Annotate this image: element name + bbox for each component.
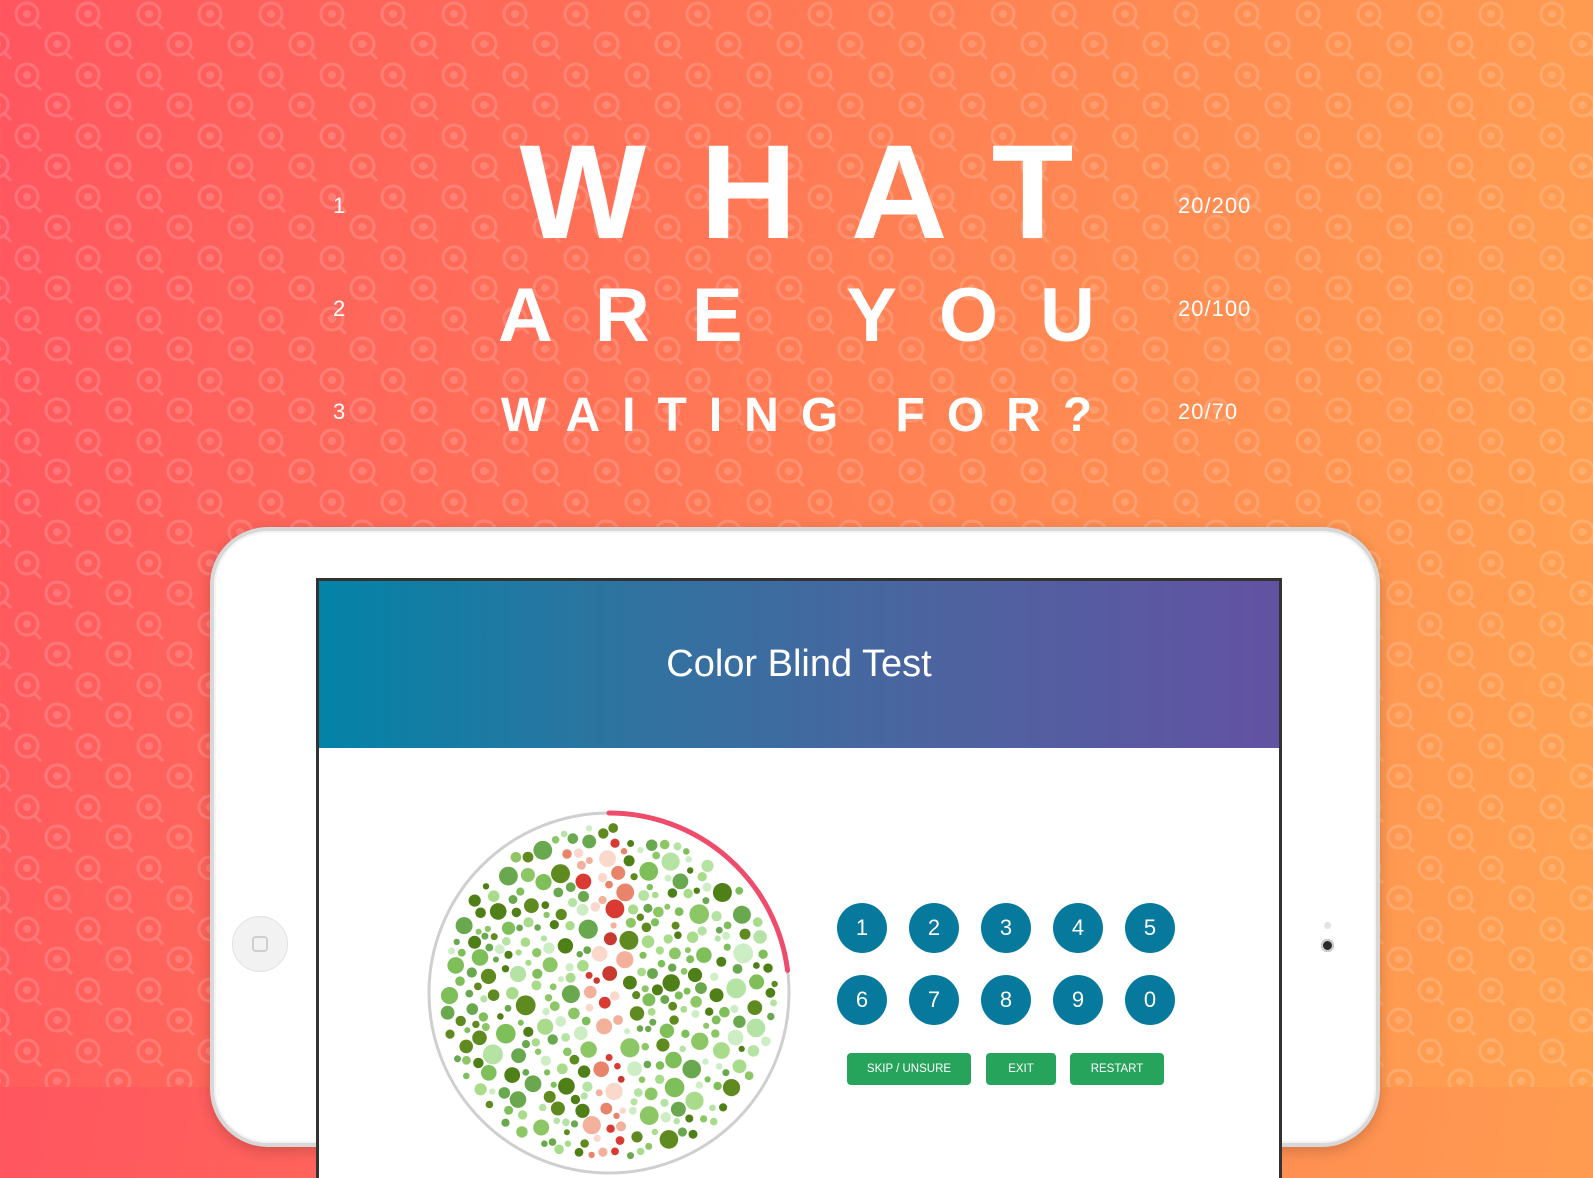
row-acuity-1: 20/200 [1178, 193, 1252, 218]
ishihara-plate-icon [427, 810, 791, 1175]
key-2[interactable]: 2 [909, 903, 959, 953]
test-plate [419, 803, 799, 1178]
headline-row-1: WHAT [519, 118, 1128, 267]
exit-button[interactable]: EXIT [986, 1053, 1056, 1085]
row-acuity-2: 20/100 [1178, 296, 1252, 321]
key-5[interactable]: 5 [1125, 903, 1175, 953]
key-8[interactable]: 8 [981, 975, 1031, 1025]
row-acuity-3: 20/70 [1178, 399, 1239, 424]
app-screen: Color Blind Test 1 2 3 4 5 6 7 8 9 0 SKI… [316, 578, 1282, 1178]
headline-row-2: ARE YOU [498, 273, 1137, 358]
key-0[interactable]: 0 [1125, 975, 1175, 1025]
key-9[interactable]: 9 [1053, 975, 1103, 1025]
key-4[interactable]: 4 [1053, 903, 1103, 953]
camera-icon [1321, 939, 1334, 952]
sensor-icon [1324, 922, 1331, 929]
restart-button[interactable]: RESTART [1070, 1053, 1164, 1085]
key-3[interactable]: 3 [981, 903, 1031, 953]
home-square-icon [252, 936, 268, 952]
tablet-device: Color Blind Test 1 2 3 4 5 6 7 8 9 0 SKI… [210, 527, 1380, 1178]
key-6[interactable]: 6 [837, 975, 887, 1025]
app-title: Color Blind Test [666, 643, 932, 685]
app-header: Color Blind Test [319, 581, 1279, 748]
key-7[interactable]: 7 [909, 975, 959, 1025]
headline-row-3: WAITING FOR? [500, 389, 1115, 442]
home-button[interactable] [232, 916, 288, 972]
skip-unsure-button[interactable]: SKIP / UNSURE [847, 1053, 971, 1085]
key-1[interactable]: 1 [837, 903, 887, 953]
